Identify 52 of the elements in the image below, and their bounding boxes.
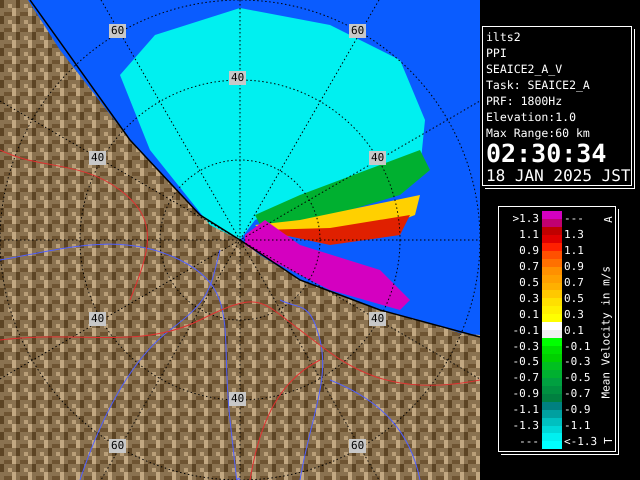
range-label: 40 bbox=[229, 71, 246, 85]
info-line: SEAICE2_A_V bbox=[486, 61, 564, 77]
range-label: 60 bbox=[109, 24, 126, 38]
legend-end-mark: T bbox=[602, 437, 616, 444]
legend-value: 0.3 bbox=[518, 292, 539, 305]
legend-end-mark: A bbox=[602, 216, 616, 223]
time-text: 02:30:34 bbox=[486, 141, 608, 167]
legend-value: 0.5 bbox=[518, 276, 539, 289]
legend-value: -0.7 bbox=[563, 387, 590, 400]
range-label: 60 bbox=[349, 439, 366, 453]
legend-value: -0.1 bbox=[563, 340, 590, 353]
legend-value: -0.5 bbox=[563, 371, 590, 384]
legend-value: --- bbox=[563, 212, 584, 226]
legend-value: 1.1 bbox=[518, 228, 539, 242]
legend-value: -0.7 bbox=[512, 371, 539, 384]
legend-value: 0.7 bbox=[563, 276, 584, 289]
range-label: 40 bbox=[89, 151, 106, 165]
legend-value: 0.9 bbox=[518, 244, 539, 258]
range-label: 40 bbox=[229, 392, 246, 406]
legend-value: 0.9 bbox=[563, 260, 584, 274]
legend-value: -0.3 bbox=[512, 340, 539, 353]
legend-value: --- bbox=[518, 434, 539, 448]
range-label: 40 bbox=[369, 151, 386, 165]
info-line: Elevation:1.0 bbox=[486, 109, 578, 125]
date-text: 18 JAN 2025 JST bbox=[486, 167, 628, 185]
info-line: Max Range:60 km bbox=[486, 125, 591, 141]
legend-value: -0.9 bbox=[512, 387, 539, 400]
legend-value: 0.3 bbox=[563, 308, 584, 321]
range-label: 60 bbox=[349, 24, 366, 38]
range-label: 40 bbox=[89, 312, 106, 326]
legend-value: 0.5 bbox=[563, 292, 584, 305]
info-line: PRF: 1800Hz bbox=[486, 93, 564, 109]
legend-value: -0.3 bbox=[563, 355, 590, 368]
legend-value: -0.9 bbox=[563, 403, 590, 416]
legend-value: -0.1 bbox=[512, 324, 539, 337]
legend-value: -1.1 bbox=[512, 403, 539, 416]
legend-value: -1.3 bbox=[512, 419, 539, 432]
info-line: PPI bbox=[486, 45, 508, 61]
info-line: Task: SEAICE2_A bbox=[486, 77, 591, 93]
legend-value: 0.1 bbox=[518, 308, 539, 321]
legend-value: 0.1 bbox=[563, 324, 584, 337]
legend-value: 0.7 bbox=[518, 260, 539, 274]
legend-title: Mean Velocity in m/s bbox=[600, 268, 612, 398]
info-line: ilts2 bbox=[486, 29, 522, 45]
legend-value: 1.1 bbox=[563, 244, 584, 258]
range-label: 60 bbox=[109, 439, 126, 453]
legend-value: <-1.3 bbox=[563, 434, 598, 448]
legend-value: -1.1 bbox=[563, 419, 590, 432]
legend-value: -0.5 bbox=[512, 355, 539, 368]
legend-value: 1.3 bbox=[563, 228, 584, 242]
range-label: 40 bbox=[369, 312, 386, 326]
legend-value: >1.3 bbox=[512, 212, 539, 226]
